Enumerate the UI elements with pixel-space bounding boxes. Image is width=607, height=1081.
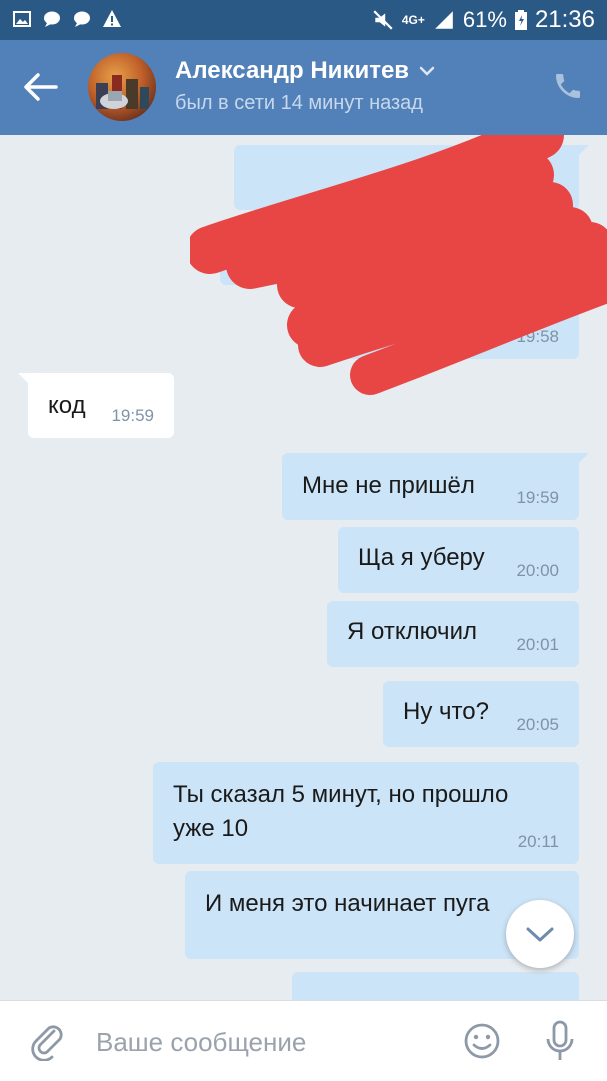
microphone-icon[interactable] bbox=[540, 1019, 580, 1063]
contact-title[interactable]: Александр Никитев bbox=[175, 57, 435, 85]
paperclip-icon[interactable] bbox=[28, 1021, 68, 1061]
network-type: 4G+ bbox=[401, 13, 425, 27]
chevron-down-icon bbox=[526, 927, 554, 942]
message-text: Мне не пришёл bbox=[302, 472, 475, 499]
message-time: 20:05 bbox=[516, 715, 559, 734]
avatar-image bbox=[96, 75, 149, 109]
chat-icon bbox=[74, 11, 90, 27]
message-text: И меня это начинает пуга bbox=[205, 890, 490, 917]
mute-icon bbox=[373, 10, 393, 30]
battery-level: 61% bbox=[462, 7, 507, 32]
message-time: 20:11 bbox=[517, 832, 559, 851]
message-list[interactable]: 19:58 код 19:59 Мне не пришёл 19:59 Ща я… bbox=[0, 135, 607, 1000]
message-time: 20:00 bbox=[516, 561, 559, 580]
chevron-down-icon bbox=[419, 66, 435, 76]
message-input[interactable]: Ваше сообщение bbox=[96, 1027, 306, 1058]
signal-icon bbox=[435, 11, 453, 29]
chat-icon bbox=[44, 11, 60, 27]
message-bubble-outgoing[interactable]: Мне не пришёл 19:59 bbox=[282, 453, 589, 520]
battery-icon bbox=[514, 10, 527, 30]
message-text-line-2: уже 10 bbox=[173, 815, 249, 842]
clock: 21:36 bbox=[534, 6, 595, 33]
warning-icon bbox=[103, 10, 121, 27]
chat-header: Александр Никитев был в сети 14 минут на… bbox=[0, 40, 607, 135]
last-seen-status: был в сети 14 минут назад bbox=[175, 92, 423, 114]
message-time: 19:59 bbox=[516, 488, 559, 507]
message-text: Я отключил bbox=[347, 618, 477, 645]
bubble-tail bbox=[575, 453, 589, 467]
message-text: Ща я уберу bbox=[358, 544, 485, 571]
message-bubble-incoming[interactable]: код 19:59 bbox=[18, 373, 174, 438]
message-bubble-outgoing[interactable]: Ты сказал 5 минут, но прошло уже 10 20:1… bbox=[153, 762, 579, 864]
message-bubble-outgoing[interactable]: Ща я уберу 20:00 bbox=[338, 527, 579, 593]
image-icon bbox=[13, 11, 31, 27]
contact-name: Александр Никитев bbox=[175, 57, 410, 84]
message-input-bar: Ваше сообщение bbox=[0, 1000, 607, 1081]
phone-icon[interactable] bbox=[552, 70, 584, 102]
scroll-to-bottom-button[interactable] bbox=[506, 900, 574, 968]
red-scribble-redaction bbox=[190, 135, 607, 395]
system-indicators: 4G+ 61% 21:36 bbox=[372, 6, 595, 34]
message-bubble-outgoing[interactable]: Я отключил 20:01 bbox=[327, 601, 579, 667]
bubble-tail bbox=[18, 373, 32, 387]
avatar[interactable] bbox=[88, 53, 156, 121]
message-text: Ну что? bbox=[403, 698, 489, 725]
message-bubble-outgoing[interactable]: Ну что? 20:05 bbox=[383, 681, 579, 747]
message-text-line-1: Ты сказал 5 минут, но прошло bbox=[173, 781, 509, 808]
message-time: 19:59 bbox=[111, 406, 154, 425]
back-arrow-icon[interactable] bbox=[22, 72, 58, 102]
smile-icon[interactable] bbox=[462, 1021, 502, 1061]
message-bubble-outgoing[interactable] bbox=[292, 972, 579, 1000]
message-time: 20:01 bbox=[516, 635, 559, 654]
status-bar: 4G+ 61% 21:36 bbox=[0, 0, 607, 40]
message-text: код bbox=[48, 392, 86, 419]
notification-icons bbox=[12, 9, 122, 29]
